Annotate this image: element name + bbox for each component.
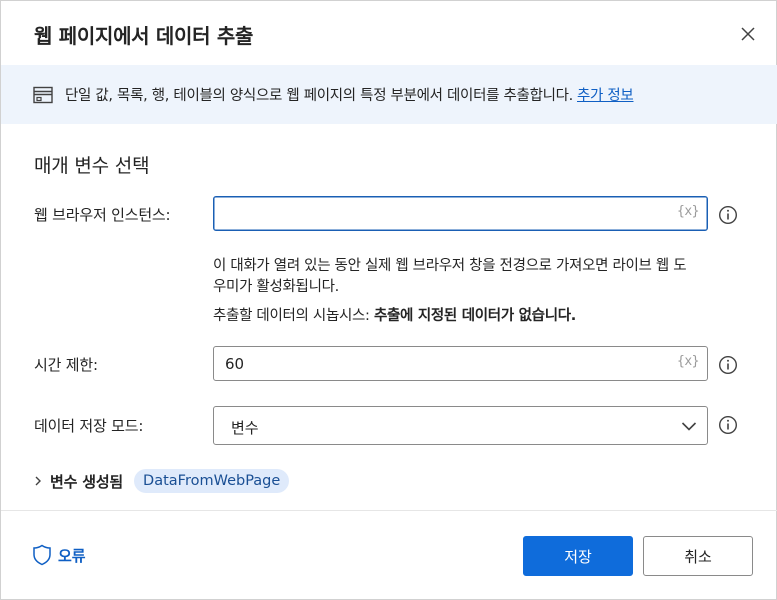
extract-data-dialog: 웹 페이지에서 데이터 추출 단일 값, 목록, 행, 테이블의 양식으로 웹 … xyxy=(0,0,777,600)
live-helper-hint-line2: 우미가 활성화됩니다. xyxy=(213,279,339,295)
shield-icon xyxy=(33,544,51,566)
errors-toggle[interactable]: 오류 xyxy=(32,544,86,566)
info-banner: 단일 값, 목록, 행, 테이블의 양식으로 웹 페이지의 특정 부분에서 데이… xyxy=(1,65,777,124)
footer-divider xyxy=(1,510,777,511)
cancel-button[interactable]: 취소 xyxy=(643,536,753,576)
timeout-value: 60 xyxy=(225,355,245,373)
browser-instance-label: 웹 브라우저 인스턴스: xyxy=(34,206,171,224)
banner-description: 단일 값, 목록, 행, 테이블의 양식으로 웹 페이지의 특정 부분에서 데이… xyxy=(65,88,573,104)
storage-mode-value: 변수 xyxy=(231,419,259,437)
timeout-label: 시간 제한: xyxy=(34,356,98,374)
preview-prefix: 추출할 데이터의 시놉시스: xyxy=(213,308,370,324)
browser-instance-input[interactable]: {x} xyxy=(213,196,708,231)
timeout-input[interactable]: 60 {x} xyxy=(213,346,708,381)
variable-picker-icon[interactable]: {x} xyxy=(677,204,699,219)
storage-mode-label: 데이터 저장 모드: xyxy=(34,417,144,435)
live-helper-hint-line1: 이 대화가 열려 있는 동안 실제 웹 브라우저 창을 전경으로 가져오면 라이… xyxy=(213,258,687,274)
data-preview-text: 추출할 데이터의 시놉시스: 추출에 지정된 데이터가 없습니다. xyxy=(213,306,576,327)
info-icon[interactable] xyxy=(718,205,738,225)
banner-text-line: 단일 값, 목록, 행, 테이블의 양식으로 웹 페이지의 특정 부분에서 데이… xyxy=(65,84,634,105)
variables-expander[interactable]: 변수 생성됨 xyxy=(34,471,123,492)
learn-more-link[interactable]: 추가 정보 xyxy=(577,88,634,104)
info-icon[interactable] xyxy=(718,415,738,435)
close-button[interactable] xyxy=(733,19,763,49)
save-button[interactable]: 저장 xyxy=(523,536,633,576)
errors-label: 오류 xyxy=(58,546,86,565)
variables-produced-row: 변수 생성됨 DataFromWebPage xyxy=(34,467,290,495)
dialog-header: 웹 페이지에서 데이터 추출 xyxy=(1,1,777,65)
variable-picker-icon[interactable]: {x} xyxy=(677,354,699,369)
web-page-icon xyxy=(33,86,53,104)
chevron-down-icon xyxy=(681,422,697,431)
info-icon[interactable] xyxy=(718,355,738,375)
variable-chip[interactable]: DataFromWebPage xyxy=(134,469,290,493)
storage-mode-select[interactable]: 변수 xyxy=(213,406,708,445)
preview-value: 추출에 지정된 데이터가 없습니다. xyxy=(373,308,576,324)
section-title: 매개 변수 선택 xyxy=(34,155,150,177)
dialog-title: 웹 페이지에서 데이터 추출 xyxy=(34,24,254,48)
chevron-right-icon xyxy=(35,476,41,486)
close-icon xyxy=(741,27,755,41)
variables-produced-label: 변수 생성됨 xyxy=(50,472,124,491)
live-helper-hint: 이 대화가 열려 있는 동안 실제 웹 브라우저 창을 전경으로 가져오면 라이… xyxy=(213,256,687,298)
